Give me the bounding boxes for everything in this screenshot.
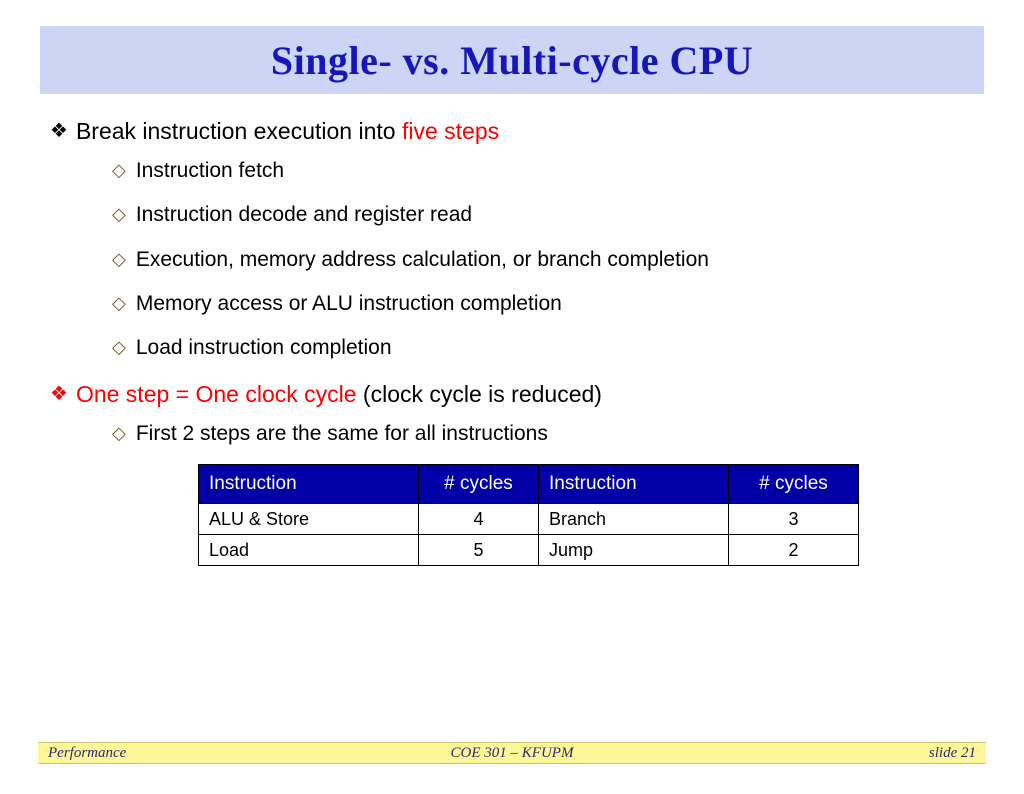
sub-bullet: ◇ Instruction decode and register read	[112, 201, 974, 229]
hollow-diamond-icon: ◇	[112, 335, 126, 359]
sub-bullet: ◇ Memory access or ALU instruction compl…	[112, 290, 974, 318]
slide-content: ❖ Break instruction execution into five …	[0, 94, 1024, 566]
cell-cycles: 5	[419, 535, 539, 566]
th-instruction-1: Instruction	[199, 465, 419, 504]
hollow-diamond-icon: ◇	[112, 158, 126, 182]
sub-bullet: ◇ Load instruction completion	[112, 334, 974, 362]
bullet-1: ❖ Break instruction execution into five …	[50, 116, 974, 147]
sub-bullet-text: Instruction fetch	[136, 157, 284, 185]
hollow-diamond-icon: ◇	[112, 247, 126, 271]
cell-instruction: ALU & Store	[199, 503, 419, 534]
sub-bullet-text: Execution, memory address calculation, o…	[136, 246, 709, 274]
diamond-bullet-icon: ❖	[50, 118, 68, 145]
cycles-table-wrap: Instruction # cycles Instruction # cycle…	[198, 464, 974, 566]
bullet-2-suffix: (clock cycle is reduced)	[357, 381, 602, 407]
table-header-row: Instruction # cycles Instruction # cycle…	[199, 465, 859, 504]
cell-cycles: 4	[419, 503, 539, 534]
slide-footer: Performance COE 301 – KFUPM slide 21	[38, 742, 986, 764]
sub-bullet-text: Load instruction completion	[136, 334, 392, 362]
cell-instruction: Jump	[539, 535, 729, 566]
footer-center: COE 301 – KFUPM	[38, 745, 986, 762]
table-row: ALU & Store 4 Branch 3	[199, 503, 859, 534]
cell-instruction: Branch	[539, 503, 729, 534]
hollow-diamond-icon: ◇	[112, 421, 126, 445]
sub-bullet-text: Memory access or ALU instruction complet…	[136, 290, 562, 318]
bullet-1-prefix: Break instruction execution into	[76, 118, 402, 144]
cell-cycles: 2	[729, 535, 859, 566]
table-row: Load 5 Jump 2	[199, 535, 859, 566]
cell-instruction: Load	[199, 535, 419, 566]
th-cycles-2: # cycles	[729, 465, 859, 504]
sub-bullet: ◇ First 2 steps are the same for all ins…	[112, 420, 974, 448]
title-bar: Single- vs. Multi-cycle CPU	[40, 26, 984, 94]
bullet-2-highlight: One step = One clock cycle	[76, 381, 357, 407]
th-cycles-1: # cycles	[419, 465, 539, 504]
sub-bullet: ◇ Execution, memory address calculation,…	[112, 246, 974, 274]
sub-bullet: ◇ Instruction fetch	[112, 157, 974, 185]
th-instruction-2: Instruction	[539, 465, 729, 504]
sub-bullet-text: First 2 steps are the same for all instr…	[136, 420, 548, 448]
cycles-table: Instruction # cycles Instruction # cycle…	[198, 464, 859, 566]
cell-cycles: 3	[729, 503, 859, 534]
hollow-diamond-icon: ◇	[112, 291, 126, 315]
bullet-2-text: One step = One clock cycle (clock cycle …	[76, 379, 974, 410]
sub-bullet-text: Instruction decode and register read	[136, 201, 472, 229]
bullet-2: ❖ One step = One clock cycle (clock cycl…	[50, 379, 974, 410]
hollow-diamond-icon: ◇	[112, 202, 126, 226]
bullet-1-text: Break instruction execution into five st…	[76, 116, 974, 147]
slide-title: Single- vs. Multi-cycle CPU	[271, 37, 753, 84]
diamond-bullet-icon: ❖	[50, 381, 68, 408]
bullet-1-highlight: five steps	[402, 118, 499, 144]
